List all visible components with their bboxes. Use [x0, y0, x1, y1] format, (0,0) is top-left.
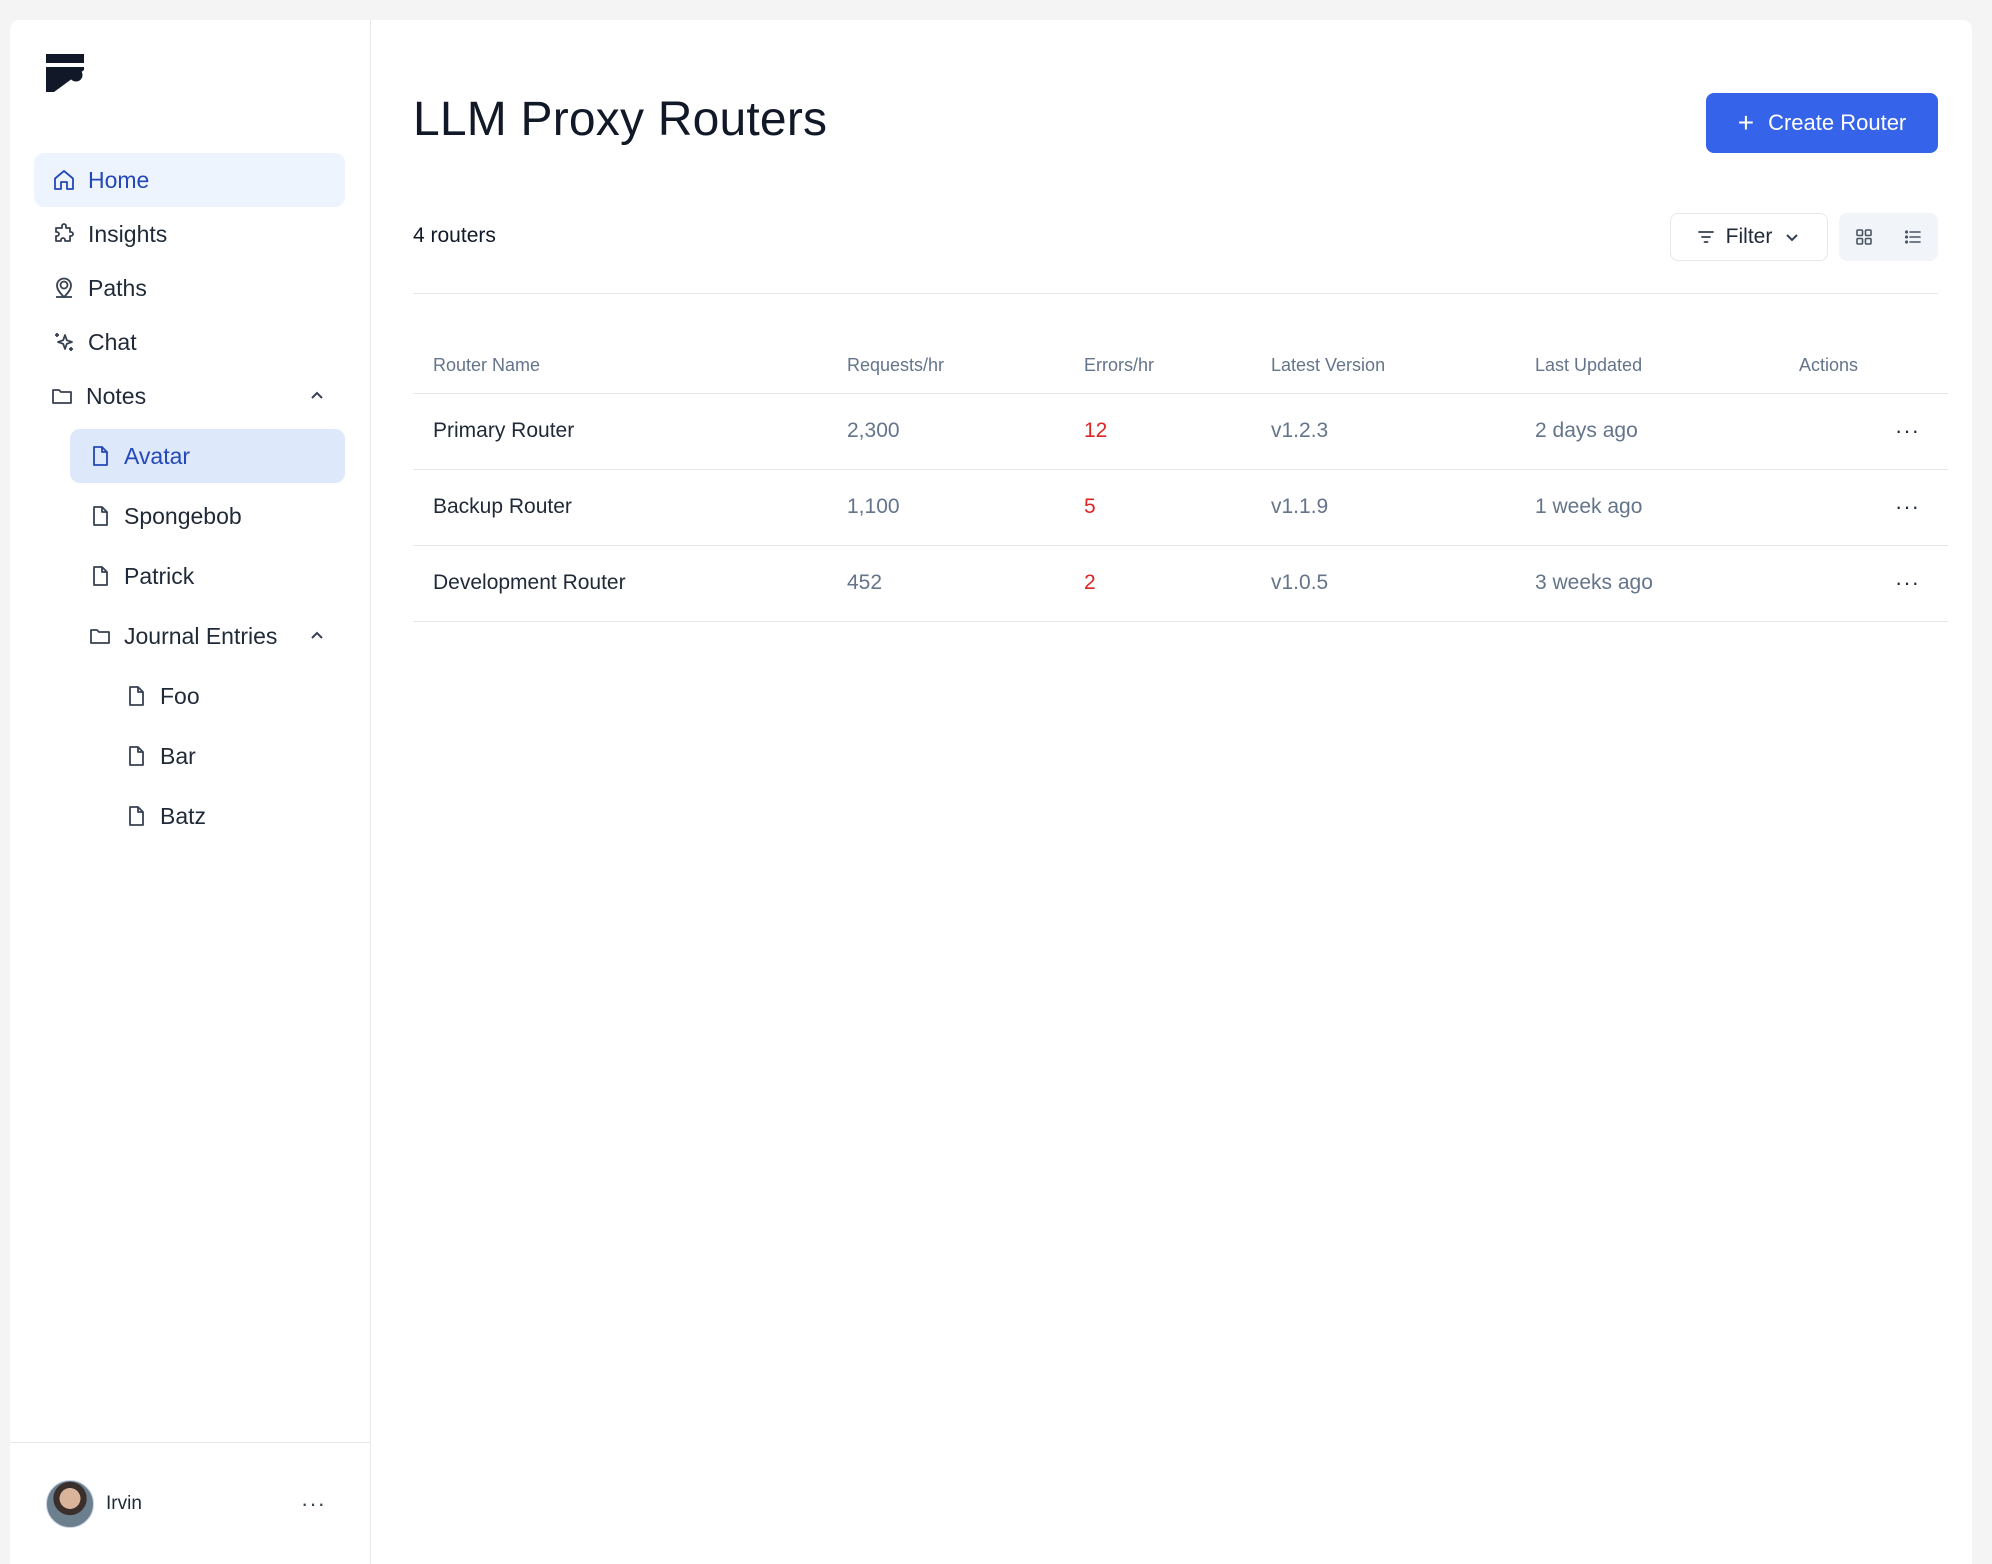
latest-version: v1.1.9: [1251, 469, 1515, 546]
chevron-up-icon[interactable]: [307, 386, 327, 406]
folder-label: Notes: [86, 382, 147, 409]
file-icon: [124, 744, 148, 768]
column-header-last-updated: Last Updated: [1515, 338, 1779, 394]
row-actions-button[interactable]: ···: [1779, 545, 1948, 622]
folder-icon: [50, 384, 74, 408]
router-name: Backup Router: [413, 469, 827, 546]
sidebar-file-avatar[interactable]: Avatar: [70, 429, 345, 483]
table-row[interactable]: Development Router 452 2 v1.0.5 3 weeks …: [413, 545, 1948, 622]
column-header-latest-version: Latest Version: [1251, 338, 1515, 394]
table-row[interactable]: Backup Router 1,100 5 v1.1.9 1 week ago …: [413, 469, 1948, 546]
create-router-label: Create Router: [1768, 110, 1907, 135]
puzzle-icon: [52, 222, 76, 246]
file-icon: [124, 684, 148, 708]
routers-table: Router Name Requests/hr Errors/hr Latest…: [413, 338, 1948, 622]
header-divider: [413, 293, 1938, 294]
column-header-errors: Errors/hr: [1064, 338, 1251, 394]
table-header-row: Router Name Requests/hr Errors/hr Latest…: [413, 338, 1948, 394]
map-pin-user-icon: [52, 276, 76, 300]
filter-button[interactable]: Filter: [1670, 213, 1828, 261]
folder-label: Journal Entries: [124, 622, 278, 649]
column-header-actions: Actions: [1779, 338, 1948, 394]
avatar[interactable]: [46, 1479, 94, 1528]
router-name: Primary Router: [413, 393, 827, 470]
grid-icon: [1855, 229, 1872, 245]
sidebar-folder-journal-entries[interactable]: Journal Entries: [70, 609, 345, 663]
chevron-up-icon[interactable]: [307, 626, 327, 646]
filter-lines-icon: [1697, 231, 1714, 243]
errors-per-hour: 12: [1064, 393, 1251, 470]
column-header-requests: Requests/hr: [827, 338, 1064, 394]
grid-view-button[interactable]: [1854, 227, 1874, 247]
sidebar-file-batz[interactable]: Batz: [106, 789, 345, 843]
row-actions-button[interactable]: ···: [1779, 393, 1948, 470]
last-updated: 2 days ago: [1515, 393, 1779, 470]
user-more-button[interactable]: ···: [301, 1491, 326, 1517]
home-icon: [52, 168, 76, 192]
chevron-down-icon: [1786, 234, 1799, 242]
file-label: Foo: [160, 682, 200, 709]
sidebar-item-label: Home: [88, 166, 150, 193]
file-label: Batz: [160, 802, 207, 829]
user-name: Irvin: [106, 1492, 142, 1514]
latest-version: v1.2.3: [1251, 393, 1515, 470]
file-icon: [124, 804, 148, 828]
latest-version: v1.0.5: [1251, 545, 1515, 622]
sidebar: Home Insights Paths Chat Notes Avatar Sp…: [10, 20, 371, 1564]
last-updated: 3 weeks ago: [1515, 545, 1779, 622]
file-icon: [88, 444, 112, 468]
list-icon: [1905, 230, 1922, 244]
sidebar-item-label: Paths: [88, 274, 147, 301]
sidebar-item-label: Chat: [88, 328, 137, 355]
errors-per-hour: 2: [1064, 545, 1251, 622]
view-toggle: [1839, 213, 1938, 261]
create-router-button[interactable]: + Create Router: [1706, 93, 1938, 153]
requests-per-hour: 2,300: [827, 393, 1064, 470]
sidebar-file-foo[interactable]: Foo: [106, 669, 345, 723]
sidebar-item-paths[interactable]: Paths: [34, 261, 345, 315]
sidebar-user-footer: Irvin ···: [10, 1442, 370, 1564]
file-icon: [88, 564, 112, 588]
sidebar-nav: Home Insights Paths Chat Notes Avatar Sp…: [34, 153, 345, 843]
folder-icon: [88, 624, 112, 648]
app-window: Home Insights Paths Chat Notes Avatar Sp…: [10, 20, 1972, 1564]
sparkles-icon: [52, 330, 76, 354]
logo-icon[interactable]: [46, 54, 84, 92]
file-label: Spongebob: [124, 502, 242, 529]
last-updated: 1 week ago: [1515, 469, 1779, 546]
sidebar-item-label: Insights: [88, 220, 168, 247]
file-icon: [88, 504, 112, 528]
requests-per-hour: 452: [827, 545, 1064, 622]
list-view-button[interactable]: [1903, 227, 1923, 247]
sidebar-file-patrick[interactable]: Patrick: [70, 549, 345, 603]
file-label: Bar: [160, 742, 196, 769]
page-title: LLM Proxy Routers: [413, 93, 828, 146]
table-row[interactable]: Primary Router 2,300 12 v1.2.3 2 days ag…: [413, 393, 1948, 470]
sidebar-item-insights[interactable]: Insights: [34, 207, 345, 261]
plus-icon: +: [1737, 107, 1755, 138]
row-actions-button[interactable]: ···: [1779, 469, 1948, 546]
file-label: Avatar: [124, 442, 191, 469]
sidebar-item-home[interactable]: Home: [34, 153, 345, 207]
filter-label: Filter: [1725, 225, 1773, 248]
router-name: Development Router: [413, 545, 827, 622]
main-content: LLM Proxy Routers + Create Router 4 rout…: [371, 20, 1972, 1564]
sidebar-file-bar[interactable]: Bar: [106, 729, 345, 783]
router-count: 4 routers: [413, 224, 496, 247]
sidebar-item-chat[interactable]: Chat: [34, 315, 345, 369]
file-label: Patrick: [124, 562, 195, 589]
requests-per-hour: 1,100: [827, 469, 1064, 546]
sidebar-folder-notes[interactable]: Notes: [34, 369, 345, 423]
sidebar-file-spongebob[interactable]: Spongebob: [70, 489, 345, 543]
column-header-router-name: Router Name: [413, 338, 827, 394]
errors-per-hour: 5: [1064, 469, 1251, 546]
